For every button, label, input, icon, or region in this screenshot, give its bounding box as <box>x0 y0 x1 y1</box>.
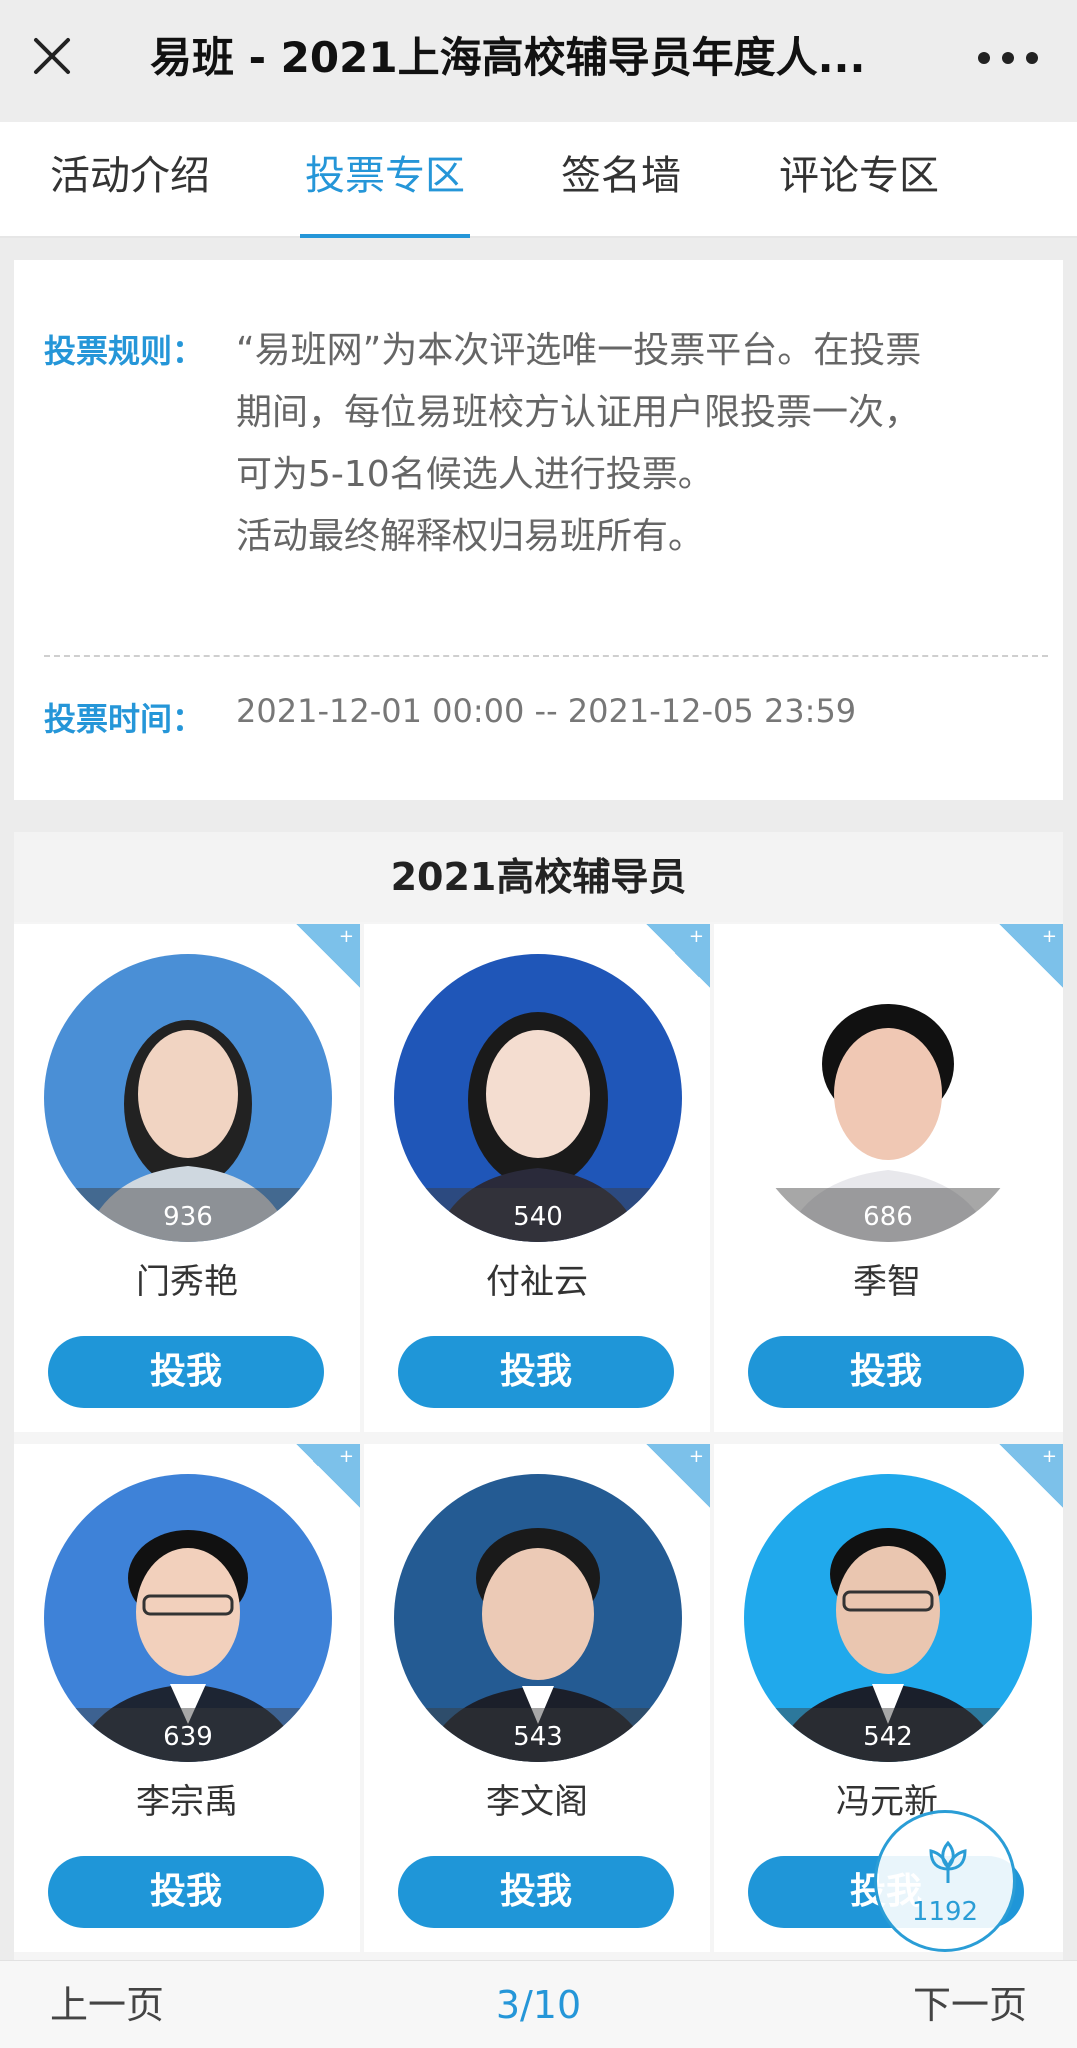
avatar[interactable]: 540 <box>394 954 682 1242</box>
corner-plus-icon[interactable]: + <box>646 924 710 988</box>
tab-voting[interactable]: 投票专区 <box>300 122 470 238</box>
tab-activity-intro[interactable]: 活动介绍 <box>44 122 216 238</box>
corner-plus-icon[interactable]: + <box>296 924 360 988</box>
avatar[interactable]: 686 <box>744 954 1032 1242</box>
heart-icon <box>394 1182 416 1201</box>
corner-plus-icon[interactable]: + <box>999 924 1063 988</box>
candidate-card[interactable]: + 686 季智 投我 <box>714 924 1063 1432</box>
candidate-name: 季智 <box>853 1262 921 1302</box>
vote-count: 543 <box>394 1702 682 1752</box>
heart-icon <box>744 1702 766 1721</box>
rules-line: 可为5-10名候选人进行投票。 <box>236 454 714 495</box>
flower-icon <box>929 1840 967 1883</box>
tab-bar: 活动介绍 投票专区 签名墙 评论专区 <box>0 122 1077 238</box>
vote-button[interactable]: 投我 <box>748 1336 1024 1408</box>
rules-line: “易班网”为本次评选唯一投票平台。在投票 <box>236 330 922 371</box>
avatar[interactable]: 936 <box>44 954 332 1242</box>
corner-plus-icon[interactable]: + <box>646 1444 710 1508</box>
corner-plus-icon[interactable]: + <box>296 1444 360 1508</box>
rules-label: 投票规则： <box>44 332 205 370</box>
corner-plus-icon[interactable]: + <box>999 1444 1063 1508</box>
candidates-section: 2021高校辅导员 + 936 门秀艳 投我 + 540 付祉云 投我 + 68… <box>14 832 1063 1960</box>
time-label: 投票时间： <box>44 700 205 738</box>
more-menu-icon[interactable] <box>978 52 1042 66</box>
vote-count: 686 <box>744 1182 1032 1232</box>
candidate-card[interactable]: + 639 李宗禹 投我 <box>14 1444 360 1952</box>
rules-line: 期间，每位易班校方认证用户限投票一次， <box>236 392 921 433</box>
rules-text: “易班网”为本次评选唯一投票平台。在投票 期间，每位易班校方认证用户限投票一次，… <box>236 320 1042 568</box>
heart-icon <box>394 1702 416 1721</box>
candidate-card[interactable]: + 936 门秀艳 投我 <box>14 924 360 1432</box>
rules-line: 活动最终解释权归易班所有。 <box>236 516 705 557</box>
vote-count: 936 <box>44 1182 332 1232</box>
avatar[interactable]: 543 <box>394 1474 682 1762</box>
divider <box>44 655 1048 657</box>
vote-button[interactable]: 投我 <box>48 1856 324 1928</box>
candidate-name: 李文阁 <box>486 1782 588 1822</box>
avatar[interactable]: 639 <box>44 1474 332 1762</box>
candidate-card[interactable]: + 543 李文阁 投我 <box>364 1444 710 1952</box>
heart-icon <box>744 1182 766 1201</box>
vote-button[interactable]: 投我 <box>398 1856 674 1928</box>
candidate-name: 门秀艳 <box>136 1262 238 1302</box>
voting-time-value: 2021-12-01 00:00 -- 2021-12-05 23:59 <box>236 692 857 730</box>
next-page-button[interactable]: 下一页 <box>913 1961 1027 2048</box>
tab-comments[interactable]: 评论专区 <box>774 122 944 238</box>
floating-vote-badge[interactable]: 1192 <box>874 1810 1016 1952</box>
pagination: 上一页 3/10 下一页 <box>0 1960 1077 2048</box>
vote-count: 542 <box>744 1702 1032 1752</box>
vote-count: 639 <box>44 1702 332 1752</box>
voting-rules-card: 投票规则： “易班网”为本次评选唯一投票平台。在投票 期间，每位易班校方认证用户… <box>14 260 1063 800</box>
section-title: 2021高校辅导员 <box>14 832 1063 922</box>
heart-icon <box>44 1182 66 1201</box>
candidate-card[interactable]: + 540 付祉云 投我 <box>364 924 710 1432</box>
vote-count: 540 <box>394 1182 682 1232</box>
top-bar: 易班 - 2021上海高校辅导员年度人... <box>0 0 1077 122</box>
floating-count: 1192 <box>911 1897 979 1927</box>
close-icon[interactable] <box>30 34 74 78</box>
heart-icon <box>44 1702 66 1721</box>
vote-button[interactable]: 投我 <box>398 1336 674 1408</box>
page-title: 易班 - 2021上海高校辅导员年度人... <box>150 33 866 82</box>
candidate-name: 李宗禹 <box>136 1782 238 1822</box>
candidate-name: 付祉云 <box>486 1262 588 1302</box>
candidate-name: 冯元新 <box>836 1782 938 1822</box>
avatar[interactable]: 542 <box>744 1474 1032 1762</box>
tab-signature-wall[interactable]: 签名墙 <box>556 122 686 238</box>
vote-button[interactable]: 投我 <box>48 1336 324 1408</box>
